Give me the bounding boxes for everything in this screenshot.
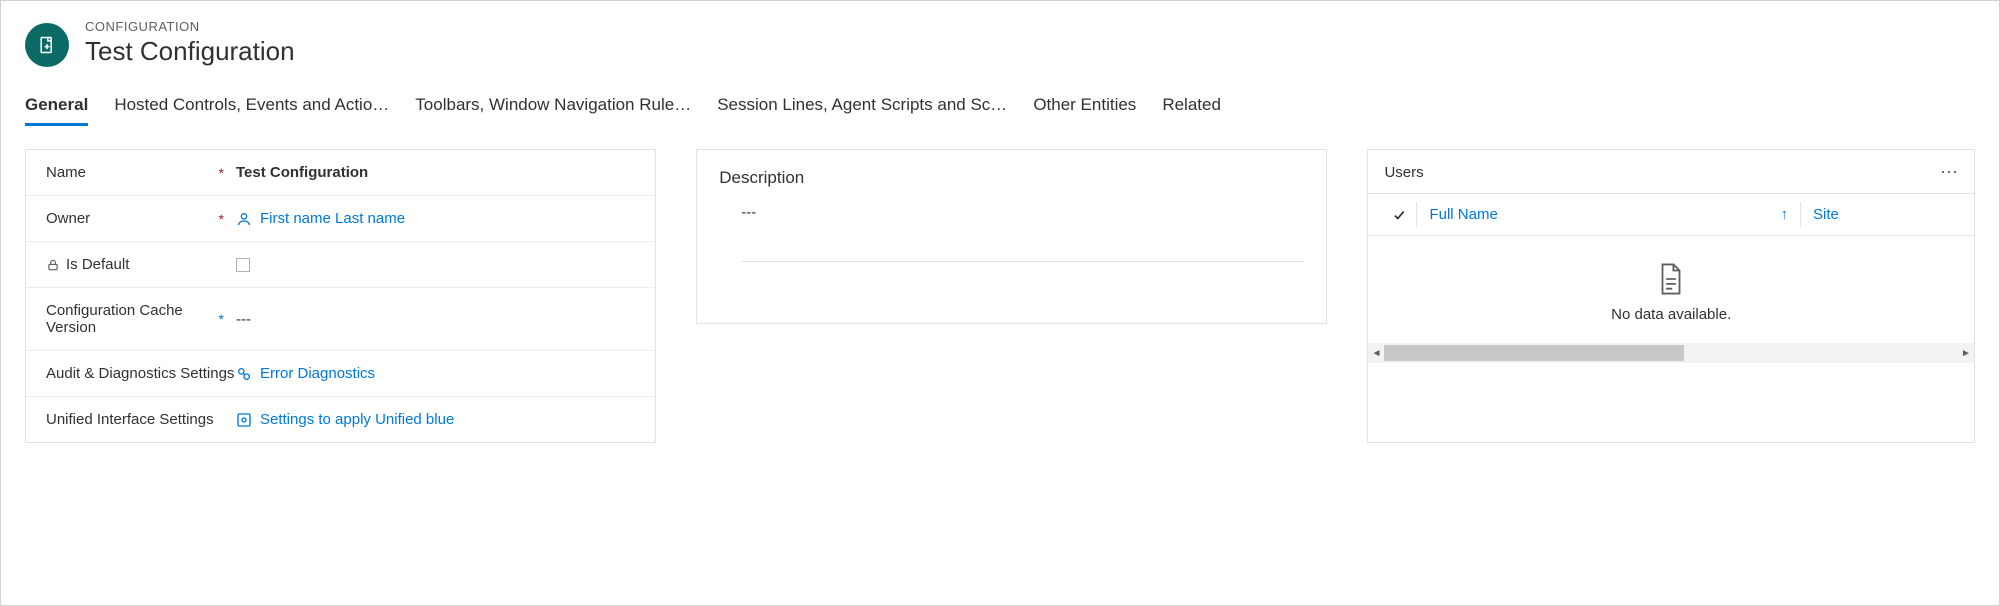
description-panel: Description --- (696, 149, 1327, 324)
column-fullname[interactable]: Full Name ↑ (1416, 202, 1800, 227)
column-site-label: Site (1813, 206, 1839, 223)
tab-toolbars[interactable]: Toolbars, Window Navigation Rule… (415, 95, 691, 126)
scroll-left-icon[interactable]: ◄ (1368, 343, 1384, 363)
settings-icon (236, 412, 252, 428)
name-label: Name (46, 164, 86, 181)
tab-hosted-controls[interactable]: Hosted Controls, Events and Actio… (114, 95, 389, 126)
field-owner[interactable]: Owner * First name Last name (26, 196, 655, 242)
form-panel: Name * Test Configuration Owner * First … (25, 149, 656, 443)
breadcrumb: CONFIGURATION (85, 19, 295, 34)
page-header: CONFIGURATION Test Configuration (1, 1, 1999, 77)
field-cache-version[interactable]: Configuration Cache Version * --- (26, 288, 655, 351)
cache-value[interactable]: --- (236, 311, 635, 328)
users-title: Users (1384, 164, 1423, 181)
required-icon: * (219, 211, 224, 227)
users-column-header: Full Name ↑ Site (1368, 194, 1974, 236)
tab-general[interactable]: General (25, 95, 88, 126)
users-panel: Users ⋯ Full Name ↑ Site No data availab… (1367, 149, 1975, 443)
tab-bar: General Hosted Controls, Events and Acti… (1, 95, 1999, 127)
column-site[interactable]: Site (1800, 202, 1960, 227)
recommended-icon: * (219, 311, 224, 327)
select-all-check[interactable] (1382, 208, 1416, 222)
tab-session-lines[interactable]: Session Lines, Agent Scripts and Sc… (717, 95, 1007, 126)
users-empty-text: No data available. (1368, 306, 1974, 323)
users-horizontal-scrollbar[interactable]: ◄ ► (1368, 343, 1974, 363)
unified-value[interactable]: Settings to apply Unified blue (260, 411, 454, 428)
field-name[interactable]: Name * Test Configuration (26, 150, 655, 196)
owner-label: Owner (46, 210, 90, 227)
description-label: Description (697, 150, 1326, 192)
sort-asc-icon: ↑ (1780, 206, 1788, 223)
required-icon: * (219, 165, 224, 181)
more-icon[interactable]: ⋯ (1940, 162, 1960, 183)
field-audit-diagnostics[interactable]: Audit & Diagnostics Settings Error Diagn… (26, 351, 655, 397)
isdefault-checkbox (236, 258, 250, 272)
content-area: Name * Test Configuration Owner * First … (1, 127, 1999, 465)
person-icon (236, 211, 252, 227)
scroll-right-icon[interactable]: ► (1958, 343, 1974, 363)
tab-related[interactable]: Related (1162, 95, 1221, 126)
diagnostics-icon (236, 366, 252, 382)
description-value[interactable]: --- (741, 204, 1304, 262)
tab-other-entities[interactable]: Other Entities (1033, 95, 1136, 126)
name-value[interactable]: Test Configuration (236, 164, 635, 181)
lock-icon (46, 258, 60, 272)
entity-icon (25, 23, 69, 67)
isdefault-label: Is Default (66, 256, 129, 273)
users-empty-state: No data available. (1368, 236, 1974, 343)
owner-value[interactable]: First name Last name (260, 210, 405, 227)
page-title: Test Configuration (85, 36, 295, 67)
field-unified-interface[interactable]: Unified Interface Settings Settings to a… (26, 397, 655, 442)
scrollbar-thumb[interactable] (1384, 345, 1684, 361)
unified-label: Unified Interface Settings (46, 411, 214, 428)
field-is-default: Is Default (26, 242, 655, 288)
column-fullname-label: Full Name (1429, 206, 1497, 223)
cache-label: Configuration Cache Version (46, 302, 213, 336)
audit-label: Audit & Diagnostics Settings (46, 365, 234, 382)
audit-value[interactable]: Error Diagnostics (260, 365, 375, 382)
document-icon (1656, 262, 1686, 296)
